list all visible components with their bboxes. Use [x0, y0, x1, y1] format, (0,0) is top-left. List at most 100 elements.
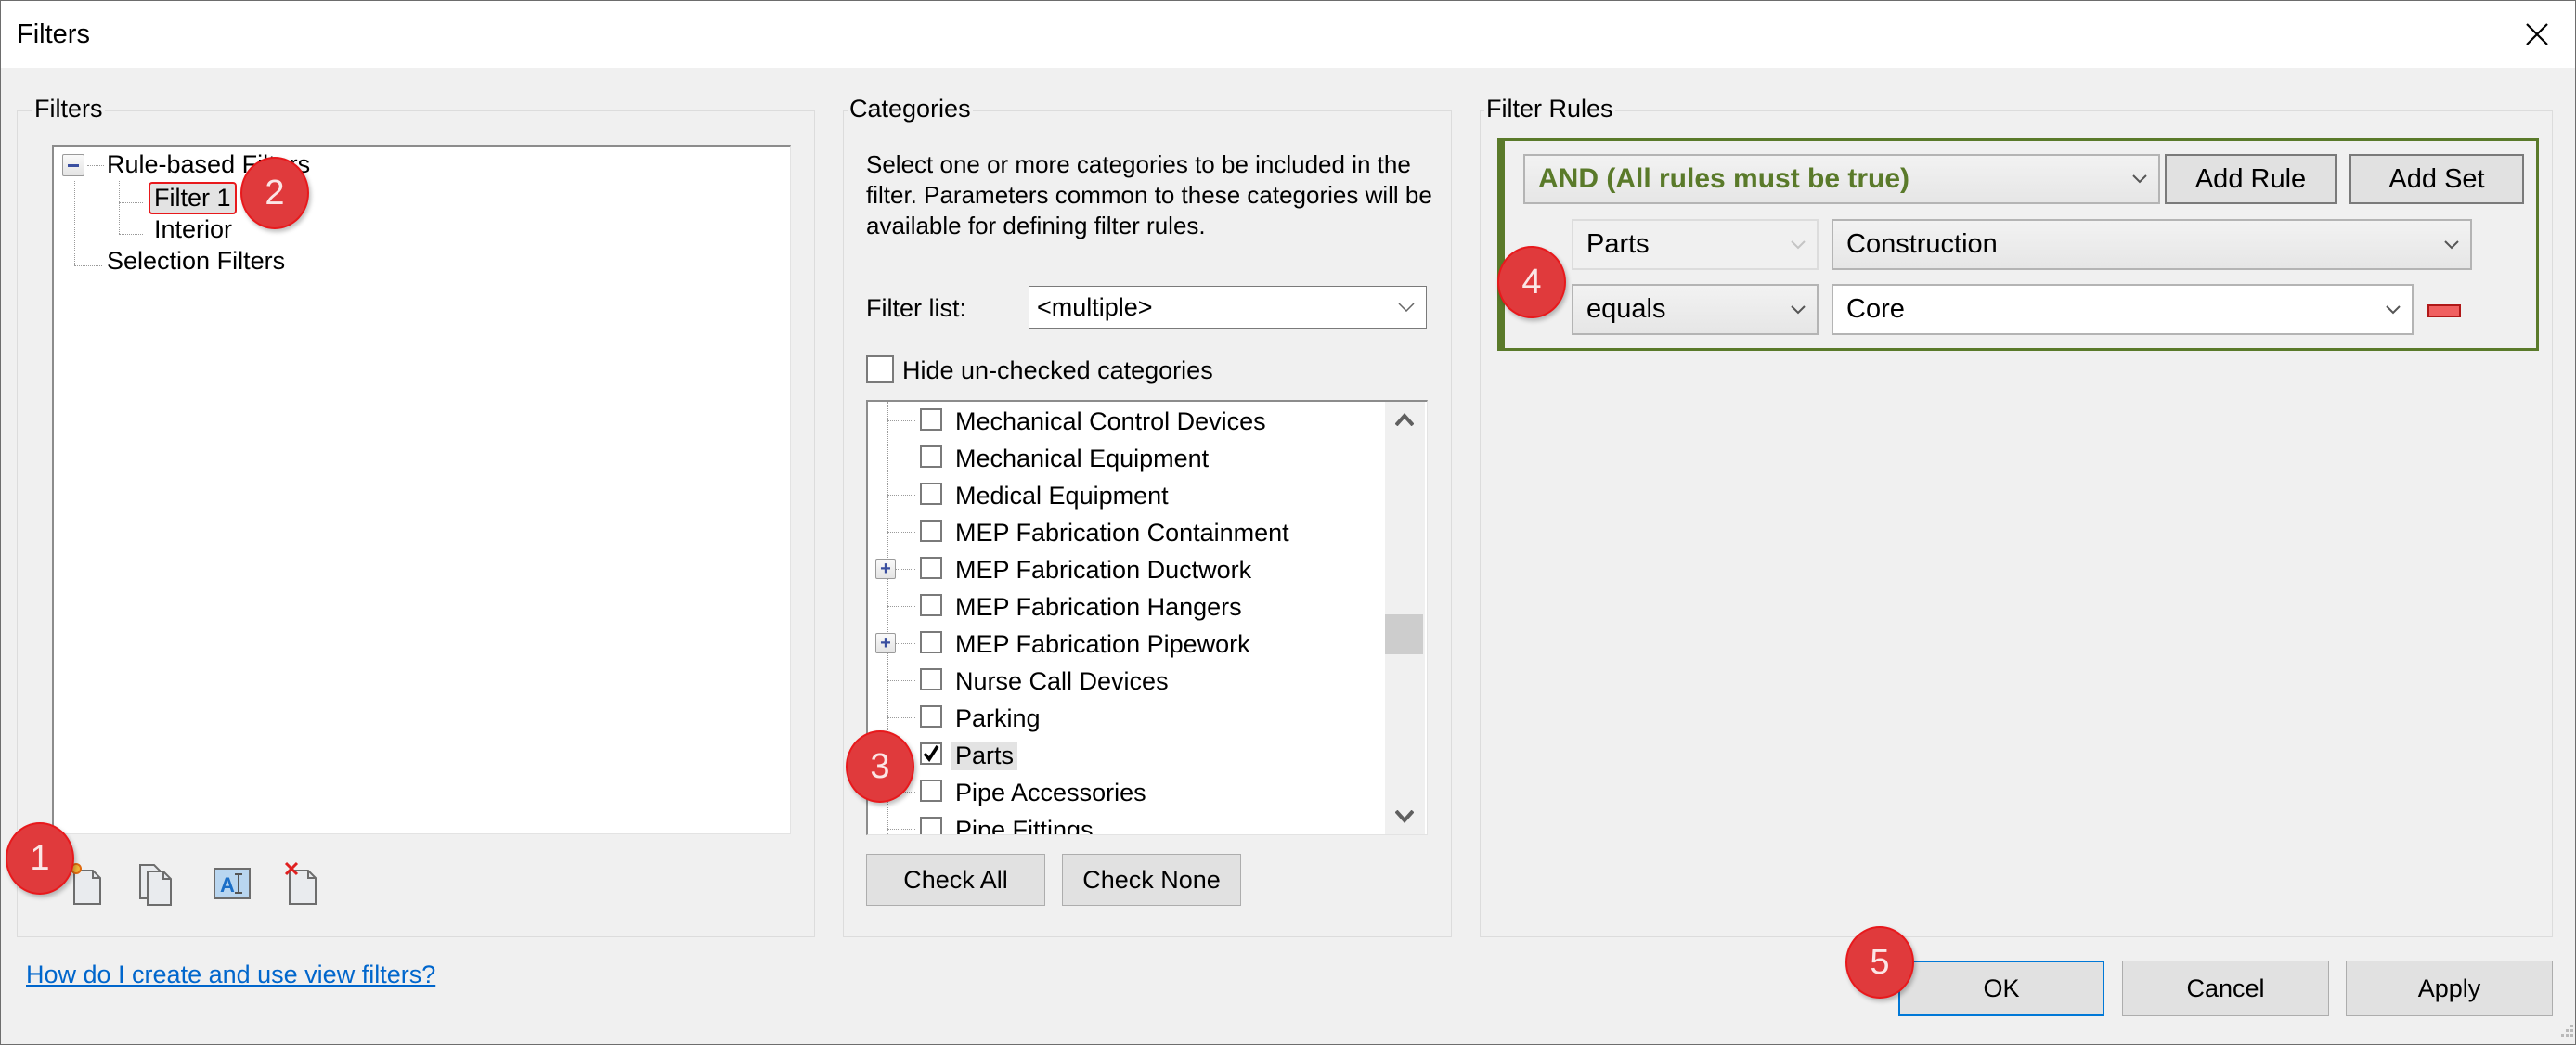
category-label[interactable]: MEP Fabrication Containment — [951, 519, 1293, 548]
duplicate-filter-icon — [139, 864, 172, 906]
annotation-badge-2: 2 — [240, 157, 309, 229]
expand-category-button[interactable]: + — [875, 633, 896, 653]
tree-line — [887, 532, 915, 533]
category-item[interactable]: Mechanical Control Devices — [868, 405, 1383, 442]
add-set-button[interactable]: Add Set — [2349, 154, 2524, 204]
category-label[interactable]: Nurse Call Devices — [951, 667, 1172, 696]
categories-scrollbar[interactable] — [1385, 402, 1425, 834]
categories-group-label: Categories — [848, 95, 973, 123]
category-label[interactable]: Mechanical Equipment — [951, 445, 1212, 473]
filter-list-label: Filter list: — [866, 294, 966, 322]
svg-text:A: A — [220, 873, 235, 897]
chevron-down-icon — [2386, 304, 2401, 314]
filters-dialog: Filters Filters Rule-based Filters Filte… — [0, 0, 2576, 1045]
expand-category-button[interactable]: + — [875, 559, 896, 579]
rule-value-dropdown[interactable]: Core — [1832, 284, 2414, 335]
help-link[interactable]: How do I create and use view filters? — [26, 961, 435, 989]
category-label[interactable]: Mechanical Control Devices — [951, 407, 1270, 436]
category-item[interactable]: Pipe Fittings — [868, 813, 1383, 834]
category-checkbox[interactable] — [920, 780, 942, 802]
filters-group-label: Filters — [32, 95, 105, 123]
scrollbar-thumb[interactable] — [1385, 614, 1423, 654]
tree-line — [887, 420, 915, 421]
category-checkbox[interactable] — [920, 520, 942, 542]
category-item[interactable]: Mechanical Equipment — [868, 442, 1383, 479]
category-label[interactable]: MEP Fabrication Hangers — [951, 593, 1246, 622]
category-checkbox[interactable] — [920, 631, 942, 653]
apply-button[interactable]: Apply — [2346, 961, 2553, 1016]
hide-unchecked-checkbox[interactable] — [866, 355, 894, 383]
rule-category-dropdown: Parts — [1572, 219, 1819, 270]
tree-node-interior[interactable]: Interior — [154, 215, 232, 244]
category-item[interactable]: MEP Fabrication Hangers — [868, 590, 1383, 627]
category-item[interactable]: Parking — [868, 702, 1383, 739]
rule-operator-value: equals — [1586, 294, 1666, 324]
chevron-down-icon — [1791, 239, 1806, 249]
filter-tree[interactable]: Rule-based Filters Filter 1 Interior Sel… — [52, 145, 791, 834]
scroll-up-icon[interactable] — [1395, 413, 1414, 426]
category-checkbox[interactable] — [920, 742, 942, 765]
annotation-badge-4: 4 — [1497, 246, 1566, 318]
chevron-down-icon — [1398, 303, 1415, 312]
tree-line — [887, 717, 915, 718]
category-label[interactable]: Parking — [951, 704, 1044, 733]
category-checkbox[interactable] — [920, 594, 942, 616]
new-filter-icon — [71, 863, 101, 905]
category-label[interactable]: Pipe Accessories — [951, 779, 1150, 807]
new-filter-button[interactable] — [71, 861, 111, 906]
categories-list[interactable]: Mechanical Control Devices Mechanical Equ… — [866, 400, 1428, 835]
logic-operator-dropdown[interactable]: AND (All rules must be true) — [1523, 154, 2160, 204]
category-checkbox[interactable] — [920, 705, 942, 728]
category-checkbox[interactable] — [920, 557, 942, 579]
tree-node-filter-1[interactable]: Filter 1 — [149, 182, 237, 214]
add-rule-button[interactable]: Add Rule — [2165, 154, 2337, 204]
collapse-rule-based-button[interactable] — [62, 154, 84, 176]
delete-filter-button[interactable] — [284, 861, 325, 906]
categories-description: Select one or more categories to be incl… — [866, 150, 1432, 239]
tree-line — [87, 165, 104, 166]
hide-unchecked-label[interactable]: Hide un-checked categories — [902, 356, 1213, 385]
category-item[interactable]: MEP Fabrication Containment — [868, 516, 1383, 553]
close-button[interactable] — [2515, 12, 2559, 57]
category-label[interactable]: Medical Equipment — [951, 482, 1172, 510]
category-checkbox[interactable] — [920, 445, 942, 468]
category-checkbox[interactable] — [920, 408, 942, 431]
remove-rule-button[interactable] — [2427, 304, 2461, 317]
check-none-button[interactable]: Check None — [1062, 854, 1241, 906]
category-item[interactable]: + MEP Fabrication Ductwork — [868, 553, 1383, 590]
rename-filter-button[interactable]: A — [213, 861, 253, 906]
ok-button[interactable]: OK — [1898, 961, 2104, 1016]
window-title: Filters — [17, 19, 90, 49]
category-item[interactable]: Nurse Call Devices — [868, 664, 1383, 702]
category-item[interactable]: + MEP Fabrication Pipework — [868, 627, 1383, 664]
category-label[interactable]: Pipe Fittings — [951, 816, 1097, 834]
plus-icon: + — [880, 633, 891, 653]
tree-line — [887, 606, 915, 607]
filter-rules-group-label: Filter Rules — [1484, 95, 1615, 123]
category-item[interactable]: Parts — [868, 739, 1383, 776]
tree-node-selection-filters[interactable]: Selection Filters — [107, 247, 285, 276]
tree-line — [119, 234, 143, 235]
category-checkbox[interactable] — [920, 668, 942, 690]
filter-list-dropdown[interactable]: <multiple> — [1029, 286, 1427, 329]
check-all-button[interactable]: Check All — [866, 854, 1045, 906]
category-label[interactable]: Parts — [951, 742, 1018, 770]
rule-parameter-value: Construction — [1846, 229, 1998, 259]
tree-line — [119, 181, 120, 234]
tree-line — [74, 265, 102, 266]
duplicate-filter-button[interactable] — [137, 861, 178, 906]
tree-line — [887, 680, 915, 681]
rule-operator-dropdown[interactable]: equals — [1572, 284, 1819, 335]
category-label[interactable]: MEP Fabrication Ductwork — [951, 556, 1255, 585]
close-icon — [2526, 23, 2548, 45]
category-item[interactable]: Pipe Accessories — [868, 776, 1383, 813]
category-checkbox[interactable] — [920, 817, 942, 834]
rule-parameter-dropdown[interactable]: Construction — [1832, 219, 2472, 270]
category-checkbox[interactable] — [920, 483, 942, 505]
category-item[interactable]: Medical Equipment — [868, 479, 1383, 516]
annotation-badge-3: 3 — [846, 730, 914, 803]
category-label[interactable]: MEP Fabrication Pipework — [951, 630, 1254, 659]
scroll-down-icon[interactable] — [1395, 810, 1414, 823]
cancel-button[interactable]: Cancel — [2122, 961, 2329, 1016]
resize-grip[interactable] — [2560, 1025, 2575, 1039]
